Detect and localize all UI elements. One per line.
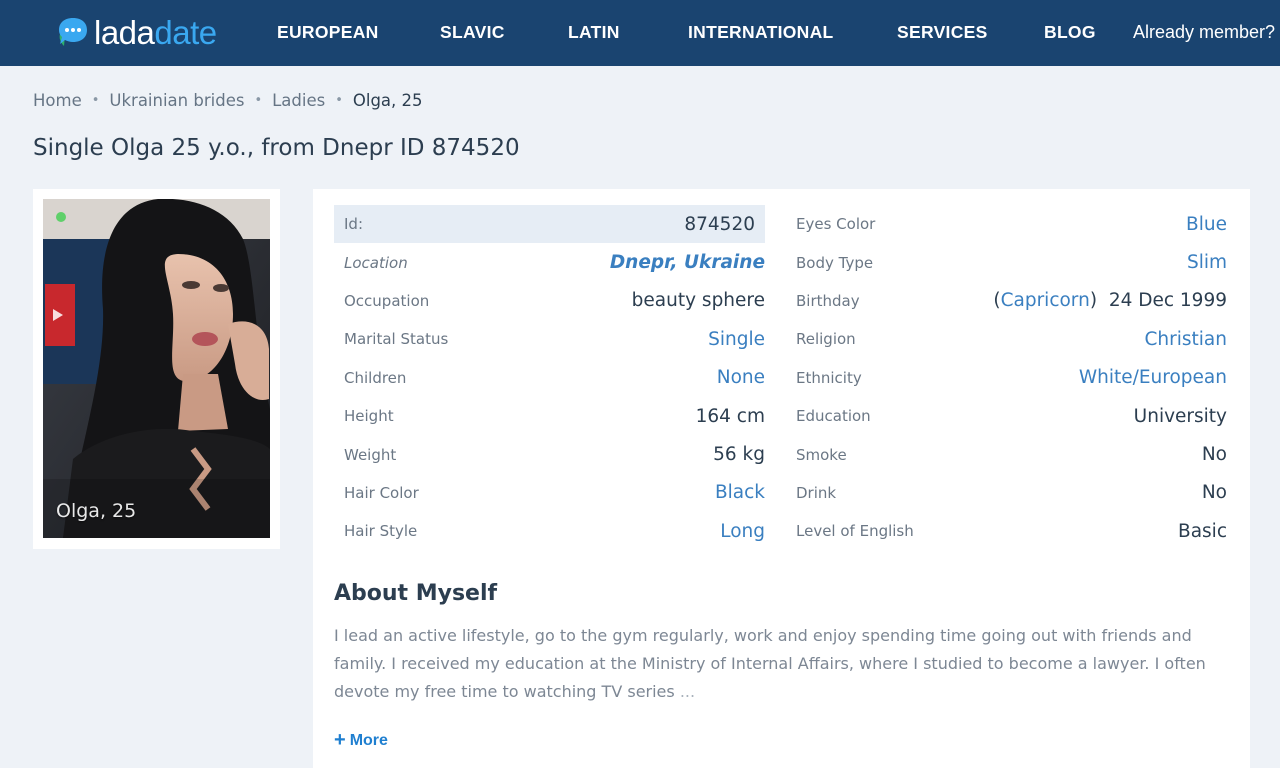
logo-wordmark: ladadate	[94, 14, 217, 52]
chat-bubble-logo-icon	[56, 16, 90, 50]
detail-row-eyes-color: Eyes Color Blue	[796, 205, 1227, 243]
breadcrumb-separator: •	[335, 93, 343, 108]
detail-label: Height	[344, 407, 394, 426]
breadcrumb-ladies[interactable]: Ladies	[272, 91, 325, 110]
detail-value-english-level: Basic	[1178, 520, 1227, 542]
detail-row-religion: Religion Christian	[796, 320, 1227, 358]
birthday-date: 24 Dec 1999	[1108, 290, 1227, 312]
profile-details-right-column: Eyes Color Blue Body Type Slim Birthday …	[796, 205, 1227, 551]
nav-slavic[interactable]: SLAVIC	[440, 22, 505, 43]
detail-label: Hair Style	[344, 522, 418, 541]
nav-services[interactable]: SERVICES	[897, 22, 988, 43]
detail-row-weight: Weight 56 kg	[334, 435, 765, 473]
religion-link[interactable]: Christian	[1145, 329, 1227, 350]
marital-status-link[interactable]: Single	[708, 329, 765, 350]
detail-label: Weight	[344, 445, 397, 464]
profile-photo-illustration	[43, 199, 270, 538]
detail-label: Ethnicity	[796, 368, 862, 387]
detail-label: Marital Status	[344, 330, 449, 349]
detail-label: Id:	[344, 215, 363, 234]
detail-row-occupation: Occupation beauty sphere	[334, 282, 765, 320]
photo-caption: Olga, 25	[56, 500, 137, 522]
detail-label: Hair Color	[344, 483, 419, 502]
detail-label: Education	[796, 407, 871, 426]
logo-text-lada: lada	[94, 14, 155, 51]
profile-photo[interactable]: Olga, 25	[43, 199, 270, 538]
body-type-link[interactable]: Slim	[1187, 252, 1227, 273]
about-text-ellipsis: ...	[679, 682, 696, 701]
top-navigation-bar: ladadate EUROPEAN SLAVIC LATIN INTERNATI…	[0, 0, 1280, 66]
hair-style-link[interactable]: Long	[720, 521, 765, 542]
detail-value-weight: 56 kg	[713, 444, 765, 466]
detail-row-marital-status: Marital Status Single	[334, 320, 765, 358]
site-logo[interactable]: ladadate	[56, 14, 217, 52]
breadcrumb-separator: •	[91, 93, 100, 108]
profile-details-panel: Id: 874520 Location Dnepr, Ukraine Occup…	[313, 189, 1250, 768]
location-link[interactable]: Dnepr, Ukraine	[610, 252, 765, 273]
eyes-color-link[interactable]: Blue	[1186, 214, 1227, 235]
detail-row-smoke: Smoke No	[796, 435, 1227, 473]
paren-close: )	[1089, 290, 1098, 312]
about-text-body: I lead an active lifestyle, go to the gy…	[334, 626, 1206, 701]
more-button[interactable]: + More	[334, 729, 388, 752]
detail-row-body-type: Body Type Slim	[796, 243, 1227, 281]
detail-label: Level of English	[796, 522, 914, 541]
detail-label: Body Type	[796, 253, 874, 272]
profile-details-left-column: Id: 874520 Location Dnepr, Ukraine Occup…	[334, 205, 765, 551]
children-link[interactable]: None	[717, 367, 765, 388]
detail-value-education: University	[1133, 405, 1227, 427]
nav-latin[interactable]: LATIN	[568, 22, 620, 43]
detail-row-location: Location Dnepr, Ukraine	[334, 243, 765, 281]
nav-blog[interactable]: BLOG	[1044, 22, 1096, 43]
already-member-link[interactable]: Already member?	[1133, 22, 1275, 43]
detail-value-height: 164 cm	[695, 405, 765, 427]
detail-label: Birthday	[796, 291, 860, 310]
more-label: More	[349, 731, 388, 749]
detail-value-drink: No	[1201, 482, 1227, 504]
detail-row-ethnicity: Ethnicity White/European	[796, 359, 1227, 397]
breadcrumb-home[interactable]: Home	[33, 91, 82, 110]
detail-value-smoke: No	[1201, 444, 1227, 466]
detail-row-hair-color: Hair Color Black	[334, 474, 765, 512]
breadcrumb-separator: •	[254, 93, 263, 108]
detail-label: Smoke	[796, 445, 847, 464]
breadcrumb: Home • Ukrainian brides • Ladies • Olga,…	[33, 91, 423, 110]
about-text: I lead an active lifestyle, go to the gy…	[334, 622, 1214, 706]
detail-row-hair-style: Hair Style Long	[334, 512, 765, 550]
logo-text-date: date	[154, 14, 217, 51]
detail-label: Occupation	[344, 291, 430, 310]
detail-row-children: Children None	[334, 359, 765, 397]
page-title: Single Olga 25 y.o., from Dnepr ID 87452…	[33, 135, 520, 161]
zodiac-sign-link[interactable]: Capricorn	[1001, 290, 1090, 311]
detail-label: Religion	[796, 330, 856, 349]
about-section-title: About Myself	[334, 581, 498, 606]
detail-value-id: 874520	[684, 213, 755, 235]
profile-photo-card[interactable]: Olga, 25	[33, 189, 280, 549]
paren-open: (	[993, 290, 1001, 312]
detail-row-id: Id: 874520	[334, 205, 765, 244]
detail-row-drink: Drink No	[796, 474, 1227, 512]
detail-row-height: Height 164 cm	[334, 397, 765, 435]
hair-color-link[interactable]: Black	[715, 482, 765, 503]
detail-value-occupation: beauty sphere	[631, 290, 765, 312]
breadcrumb-ukrainian-brides[interactable]: Ukrainian brides	[109, 91, 244, 110]
detail-row-birthday: Birthday (Capricorn) 24 Dec 1999	[796, 282, 1227, 320]
detail-value-birthday: (Capricorn) 24 Dec 1999	[993, 290, 1227, 311]
breadcrumb-current: Olga, 25	[352, 91, 423, 110]
detail-label: Drink	[796, 483, 837, 502]
detail-row-english-level: Level of English Basic	[796, 512, 1227, 550]
ethnicity-link[interactable]: White/European	[1079, 367, 1227, 388]
plus-icon: +	[334, 729, 346, 751]
nav-european[interactable]: EUROPEAN	[277, 22, 379, 43]
nav-international[interactable]: INTERNATIONAL	[688, 22, 834, 43]
detail-label: Children	[344, 368, 407, 387]
detail-label: Eyes Color	[796, 215, 876, 234]
detail-label: Location	[344, 253, 408, 272]
detail-row-education: Education University	[796, 397, 1227, 435]
